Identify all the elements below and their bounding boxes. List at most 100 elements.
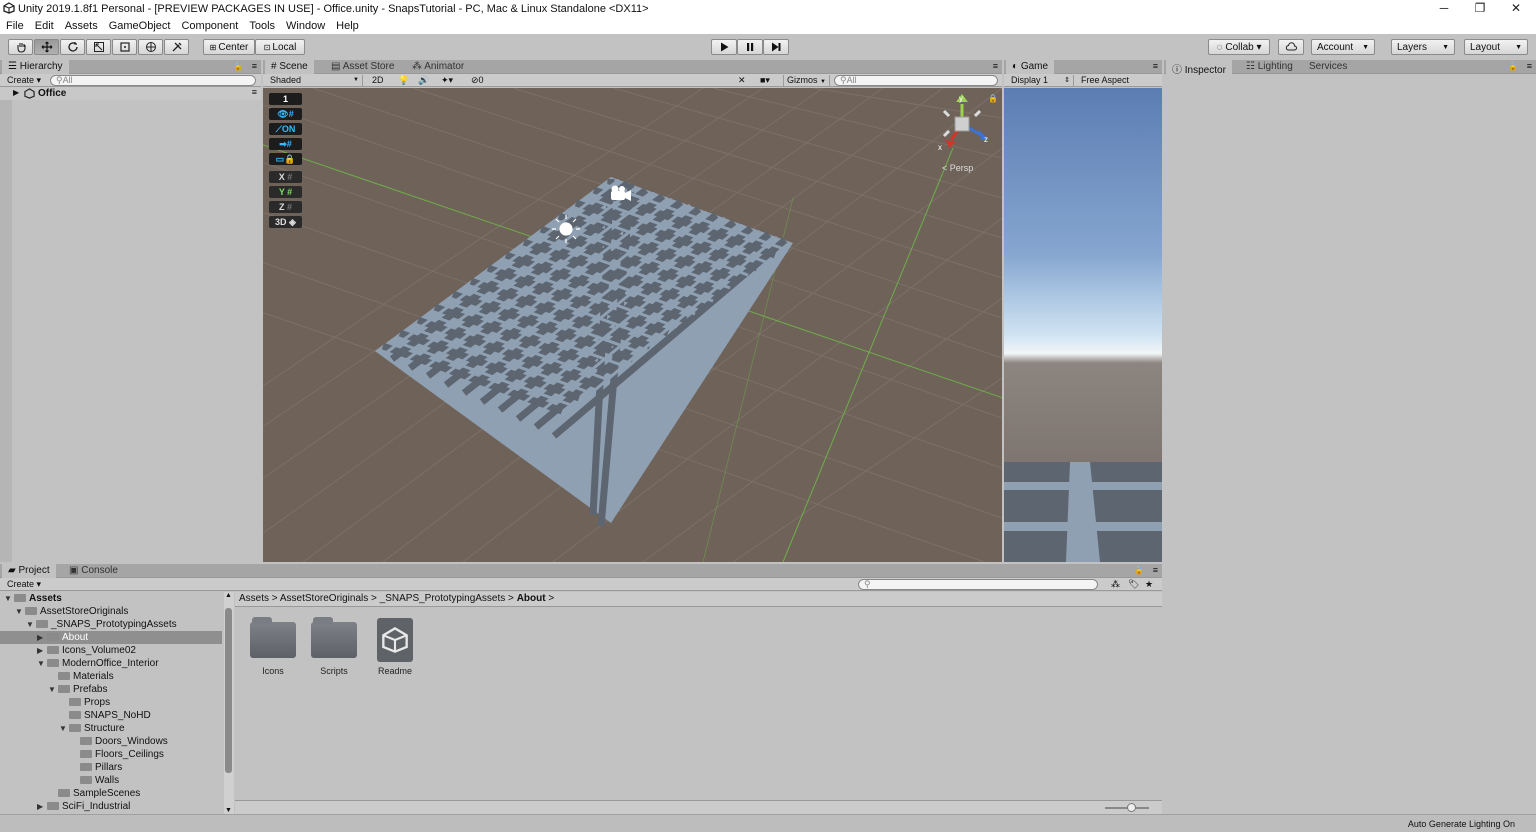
expand-arrow-icon[interactable]: ▶ xyxy=(13,88,19,97)
game-viewport[interactable] xyxy=(1004,88,1162,562)
panel-menu-icon[interactable]: ≡ xyxy=(1527,61,1532,71)
tree-item-samplescenes[interactable]: SampleScenes xyxy=(0,787,222,800)
gizmos-dropdown[interactable]: Gizmos ▼ xyxy=(783,75,830,86)
display-dropdown[interactable]: Display 1 ⇕ xyxy=(1008,75,1074,86)
tree-item-materials[interactable]: Materials xyxy=(0,670,222,683)
lighting-toggle-icon[interactable]: 💡 xyxy=(395,75,412,86)
layout-dropdown[interactable]: Layout ▼ xyxy=(1464,39,1528,55)
tree-item-props[interactable]: Props xyxy=(0,696,222,709)
snap-y-button[interactable]: Y # xyxy=(269,186,302,198)
snaps-eye-button[interactable]: 👁# xyxy=(269,108,302,120)
tab-animator[interactable]: ⁂ Animator xyxy=(406,60,470,74)
camera-dropdown-icon[interactable]: ■▾ xyxy=(757,75,773,86)
tab-game[interactable]: ◐ Game xyxy=(1006,60,1055,74)
minimize-button[interactable]: ─ xyxy=(1426,0,1462,18)
cloud-button[interactable] xyxy=(1278,39,1304,55)
tab-project[interactable]: ▰ Project xyxy=(2,564,56,578)
2d-toggle[interactable]: 2D xyxy=(369,75,387,86)
snaps-arrow-button[interactable]: ➡# xyxy=(269,138,302,150)
gizmo-lock-icon[interactable]: 🔒 xyxy=(988,94,998,103)
aspect-dropdown[interactable]: Free Aspect xyxy=(1078,75,1132,86)
orientation-gizmo[interactable]: y z x xyxy=(938,94,989,152)
tree-scrollbar[interactable]: ▲ ▼ xyxy=(224,592,234,814)
menu-tools[interactable]: Tools xyxy=(243,18,280,32)
auto-lighting-status[interactable]: Auto Generate Lighting On xyxy=(1408,819,1515,829)
breadcrumb-assets[interactable]: Assets xyxy=(239,593,269,604)
expanded-arrow-icon[interactable]: ▼ xyxy=(26,618,36,631)
tree-item-walls[interactable]: Walls xyxy=(0,774,222,787)
menu-window[interactable]: Window xyxy=(280,18,330,32)
project-create-dropdown[interactable]: Create ▾ xyxy=(4,579,44,590)
custom-tool-button[interactable] xyxy=(164,39,189,55)
tree-item-modernoffice-interior[interactable]: ▼ ModernOffice_Interior xyxy=(0,657,222,670)
menu-gameobject[interactable]: GameObject xyxy=(103,18,176,32)
scene-viewport[interactable]: y z x 🔒 < Persp 1 👁# ⟋ON ➡# ▭🔒 X # Y # Z… xyxy=(263,88,1002,562)
scene-tools-icon[interactable]: ✕ xyxy=(735,75,749,86)
expanded-arrow-icon[interactable]: ▼ xyxy=(37,657,47,670)
collapsed-arrow-icon[interactable]: ▶ xyxy=(37,800,47,813)
rotate-tool-button[interactable] xyxy=(60,39,85,55)
snap-3d-button[interactable]: 3D ◈ xyxy=(269,216,302,228)
step-button[interactable] xyxy=(763,39,789,55)
account-dropdown[interactable]: Account ▼ xyxy=(1311,39,1375,55)
snap-z-button[interactable]: Z # xyxy=(269,201,302,213)
tree-item-floors-ceilings[interactable]: Floors_Ceilings xyxy=(0,748,222,761)
expanded-arrow-icon[interactable]: ▼ xyxy=(15,605,25,618)
panel-menu-icon[interactable]: ≡ xyxy=(993,61,998,71)
tab-scene[interactable]: # Scene xyxy=(265,60,314,74)
tree-item-scifi-industrial[interactable]: ▶ SciFi_Industrial xyxy=(0,800,222,813)
collapsed-arrow-icon[interactable]: ▶ xyxy=(37,631,47,644)
expanded-arrow-icon[interactable]: ▼ xyxy=(48,683,58,696)
snaps-on-toggle[interactable]: ⟋ON xyxy=(269,123,302,135)
menu-help[interactable]: Help xyxy=(330,18,364,32)
asset-readme[interactable]: Readme xyxy=(365,618,425,676)
tree-item-structure[interactable]: ▼ Structure xyxy=(0,722,222,735)
tree-item-snaps-prototypingassets[interactable]: ▼ _SNAPS_PrototypingAssets xyxy=(0,618,222,631)
filter-label-icon[interactable]: 🏷 xyxy=(1125,579,1142,590)
project-search-input[interactable]: ⚲ xyxy=(858,579,1098,590)
effects-dropdown-icon[interactable]: ✦▾ xyxy=(438,75,456,86)
lock-icon[interactable]: 🔒 xyxy=(1508,62,1518,71)
layers-dropdown[interactable]: Layers ▼ xyxy=(1391,39,1455,55)
scene-menu-icon[interactable]: ≡ xyxy=(252,87,257,97)
expanded-arrow-icon[interactable]: ▼ xyxy=(59,722,69,735)
tab-asset-store[interactable]: ▤ Asset Store xyxy=(325,60,400,74)
snaps-count-button[interactable]: 1 xyxy=(269,93,302,105)
hidden-objects-toggle[interactable]: ⊘0 xyxy=(468,75,487,86)
favorite-star-icon[interactable]: ★ xyxy=(1142,579,1156,590)
tab-console[interactable]: ▣ Console xyxy=(63,564,124,578)
asset-folder-icons[interactable]: Icons xyxy=(243,617,303,676)
menu-component[interactable]: Component xyxy=(175,18,243,32)
menu-assets[interactable]: Assets xyxy=(59,18,103,32)
snap-x-button[interactable]: X # xyxy=(269,171,302,183)
pivot-local-button[interactable]: ⊡ Local xyxy=(255,39,305,55)
breadcrumb-about[interactable]: About xyxy=(517,593,546,604)
scroll-down-icon[interactable]: ▼ xyxy=(225,807,232,814)
transform-tool-button[interactable] xyxy=(138,39,163,55)
panel-menu-icon[interactable]: ≡ xyxy=(252,61,257,71)
tree-item-prefabs[interactable]: ▼ Prefabs xyxy=(0,683,222,696)
scale-tool-button[interactable] xyxy=(86,39,111,55)
snaps-lock-button[interactable]: ▭🔒 xyxy=(269,153,302,165)
collapsed-arrow-icon[interactable]: ▶ xyxy=(37,644,47,657)
expanded-arrow-icon[interactable]: ▼ xyxy=(4,592,14,605)
tree-scroll-thumb[interactable] xyxy=(225,608,232,773)
panel-menu-icon[interactable]: ≡ xyxy=(1153,61,1158,71)
tree-item-assets[interactable]: ▼ Assets xyxy=(0,592,222,605)
menu-edit[interactable]: Edit xyxy=(29,18,59,32)
tree-item-assetstoreoriginals[interactable]: ▼ AssetStoreOriginals xyxy=(0,605,222,618)
zoom-slider-thumb[interactable] xyxy=(1127,803,1136,812)
hierarchy-create-dropdown[interactable]: Create ▾ xyxy=(4,75,44,86)
tree-item-about[interactable]: ▶ About xyxy=(0,631,222,644)
tab-inspector[interactable]: ⓘ Inspector xyxy=(1166,60,1232,76)
tree-item-icons-volume02[interactable]: ▶ Icons_Volume02 xyxy=(0,644,222,657)
hand-tool-button[interactable] xyxy=(8,39,33,55)
hierarchy-scene-row[interactable]: ▶ Office ≡ xyxy=(0,87,261,100)
tab-hierarchy[interactable]: ☰ Hierarchy xyxy=(2,60,69,74)
menu-file[interactable]: File xyxy=(0,18,29,32)
tab-lighting[interactable]: ☷ Lighting xyxy=(1240,60,1299,74)
panel-menu-icon[interactable]: ≡ xyxy=(1153,565,1158,575)
breadcrumb-snaps[interactable]: _SNAPS_PrototypingAssets xyxy=(380,593,506,604)
audio-toggle-icon[interactable]: 🔊 xyxy=(415,75,432,86)
lock-icon[interactable]: 🔒 xyxy=(233,62,243,71)
